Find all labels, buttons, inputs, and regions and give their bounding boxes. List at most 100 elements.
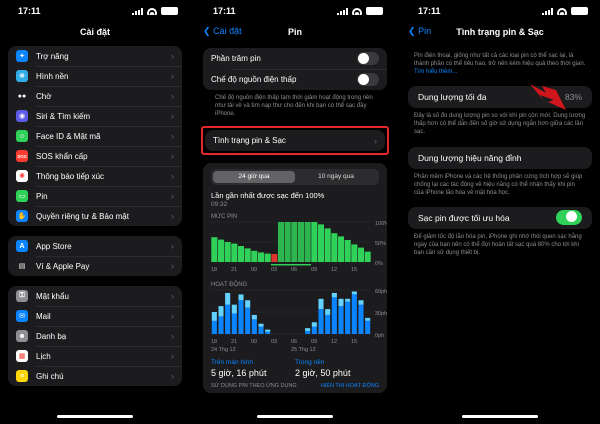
battery-level-bar (271, 254, 278, 263)
back-button[interactable]: ❮ Pin (408, 26, 431, 37)
background-label[interactable]: Trong nền (295, 359, 379, 366)
chevron-right-icon: › (171, 191, 174, 201)
activity-bar-background (311, 322, 317, 327)
activity-bar-screen (231, 313, 237, 335)
wallpaper-icon: ❋ (16, 70, 28, 82)
chevron-right-icon: › (171, 211, 174, 221)
battery-level-bar (231, 243, 238, 263)
chevron-right-icon: › (171, 261, 174, 271)
activity-bar-background (305, 328, 311, 332)
x-tick-label: 15 (351, 339, 358, 346)
settings-item[interactable]: SOS SOS khẩn cấp › (8, 146, 182, 166)
settings-item-label: Siri & Tìm kiếm (36, 111, 91, 121)
settings-item[interactable]: ▤ Ví & Apple Pay › (8, 256, 182, 276)
activity-bar-screen (351, 294, 357, 335)
settings-item[interactable]: ☺ Face ID & Mật mã › (8, 126, 182, 146)
settings-item[interactable]: ▭ Pin › (8, 186, 182, 206)
x-tick-label: 18 (211, 267, 218, 274)
activity-bar-background (325, 309, 331, 316)
settings-item-label: Mật khẩu (36, 291, 69, 301)
battery-health-link[interactable]: Tình trạng pin & Sạc › (205, 130, 385, 151)
settings-item[interactable]: ❋ Hình nền › (8, 66, 182, 86)
home-indicator (57, 415, 133, 418)
settings-item[interactable]: ✉ Mail › (8, 306, 182, 326)
status-bar: 17:11 (0, 0, 190, 22)
max-capacity-note: Đây là số đo dung lượng pin so với khi p… (414, 113, 586, 136)
show-activity-link[interactable]: HIỂN THỊ HOẠT ĐỘNG (321, 383, 379, 389)
chevron-right-icon: › (171, 91, 174, 101)
wallet-icon: ▤ (16, 260, 28, 272)
settings-item-label: Hình nền (36, 71, 69, 81)
activity-x-axis: 18 21 00 03 06 09 12 15 (211, 338, 363, 346)
back-button[interactable]: ❮ Cài đặt (203, 26, 242, 37)
activity-bar-screen (318, 309, 324, 335)
segment-24h[interactable]: 24 giờ qua (213, 171, 295, 184)
activity-bar-background (245, 300, 251, 308)
page-title: Tình trạng pin & Sạc (456, 27, 544, 37)
home-indicator (462, 415, 538, 418)
activity-bar-screen (251, 319, 257, 335)
battery-level-bar (257, 252, 265, 263)
settings-item[interactable]: ✺ Thông báo tiếp xúc › (8, 166, 182, 186)
activity-bar-screen (365, 321, 371, 335)
x-tick-label: 12 (331, 267, 338, 274)
battery-level-bar (344, 240, 351, 263)
battery-status-icon (366, 7, 383, 15)
page-title: Cài đặt (79, 27, 110, 37)
battery-percentage-toggle[interactable] (357, 52, 379, 65)
x-tick-label: 09 (311, 339, 318, 346)
battery-screen: 17:11 ❮ Cài đặt Pin Phần trăm pin Chế độ… (195, 0, 395, 424)
battery-level-x-axis: 18 21 00 03 06 09 12 15 (211, 266, 363, 274)
nav-bar: ❮ Cài đặt Pin (195, 22, 395, 42)
settings-item[interactable]: ☻ Danh bạ › (8, 326, 182, 346)
chevron-right-icon: › (374, 135, 377, 146)
y-tick-label: 30ph (375, 311, 387, 317)
y-tick-label: 50% (375, 241, 386, 247)
battery-level-bar (311, 222, 318, 263)
settings-item[interactable]: ●● Chờ › (8, 86, 182, 106)
settings-group: ⚿ Mật khẩu › ✉ Mail › ☻ Danh bạ › ▦ Lịch › ≡ Ghi chú › (8, 286, 182, 386)
optimized-charging-toggle[interactable] (556, 210, 582, 226)
red-arrow-icon (530, 82, 566, 110)
settings-item[interactable]: ▦ Lịch › (8, 346, 182, 366)
usage-by-app-label: SỬ DỤNG PIN THEO ỨNG DỤNG (211, 383, 297, 390)
activity-bar-screen (305, 331, 311, 335)
settings-item[interactable]: A App Store › (8, 236, 182, 256)
optimized-charging-row: Sạc pin được tối ưu hóa (408, 207, 592, 229)
battery-level-bar (304, 222, 311, 263)
battery-level-bar (244, 248, 251, 263)
settings-item[interactable]: ⚿ Mật khẩu › (8, 286, 182, 306)
last-charge-title: Lần gần nhất được sạc đến 100% (211, 191, 325, 201)
peak-performance-group: Dung lượng hiệu năng đỉnh (408, 146, 592, 169)
page-title: Pin (287, 27, 302, 37)
peak-performance-row: Dung lượng hiệu năng đỉnh (408, 147, 592, 169)
activity-bar-background (231, 304, 237, 314)
low-power-note: Chế độ nguồn điện thấp tạm thời giảm hoạ… (215, 95, 373, 118)
signal-icon (542, 7, 553, 15)
activity-bar-screen (311, 326, 317, 335)
chevron-left-icon: ❮ (203, 26, 211, 36)
battery-level-bar (324, 228, 331, 263)
battery-level-bar (284, 222, 291, 263)
settings-item[interactable]: ✦ Trợ năng › (8, 46, 182, 66)
y-tick-label: 0% (375, 261, 383, 266)
chevron-right-icon: › (171, 371, 174, 381)
settings-item[interactable]: ≡ Ghi chú › (8, 366, 182, 386)
battery-level-chart: 100% 50% 0% (211, 221, 387, 266)
segment-10d[interactable]: 10 ngày qua (295, 171, 377, 183)
activity-bar-background (251, 315, 257, 320)
settings-item[interactable]: ◉ Siri & Tìm kiếm › (8, 106, 182, 126)
battery-level-bar (237, 246, 245, 263)
learn-more-link[interactable]: Tìm hiểu thêm... (414, 69, 457, 75)
screen-on-label[interactable]: Trên màn hình (211, 359, 295, 366)
max-capacity-label: Dung lượng tối đa (418, 92, 487, 103)
chevron-right-icon: › (171, 331, 174, 341)
activity-bar-screen (258, 326, 264, 335)
settings-item[interactable]: ✋ Quyền riêng tư & Bảo mật › (8, 206, 182, 226)
screen-on-value: 5 giờ, 16 phút (211, 368, 267, 379)
low-power-mode-toggle[interactable] (357, 73, 379, 86)
activity-bar-screen (345, 302, 351, 335)
nav-bar: Cài đặt (0, 22, 190, 42)
usage-footer: SỬ DỤNG PIN THEO ỨNG DỤNG HIỂN THỊ HOẠT … (203, 378, 387, 389)
settings-item-label: App Store (36, 241, 72, 251)
